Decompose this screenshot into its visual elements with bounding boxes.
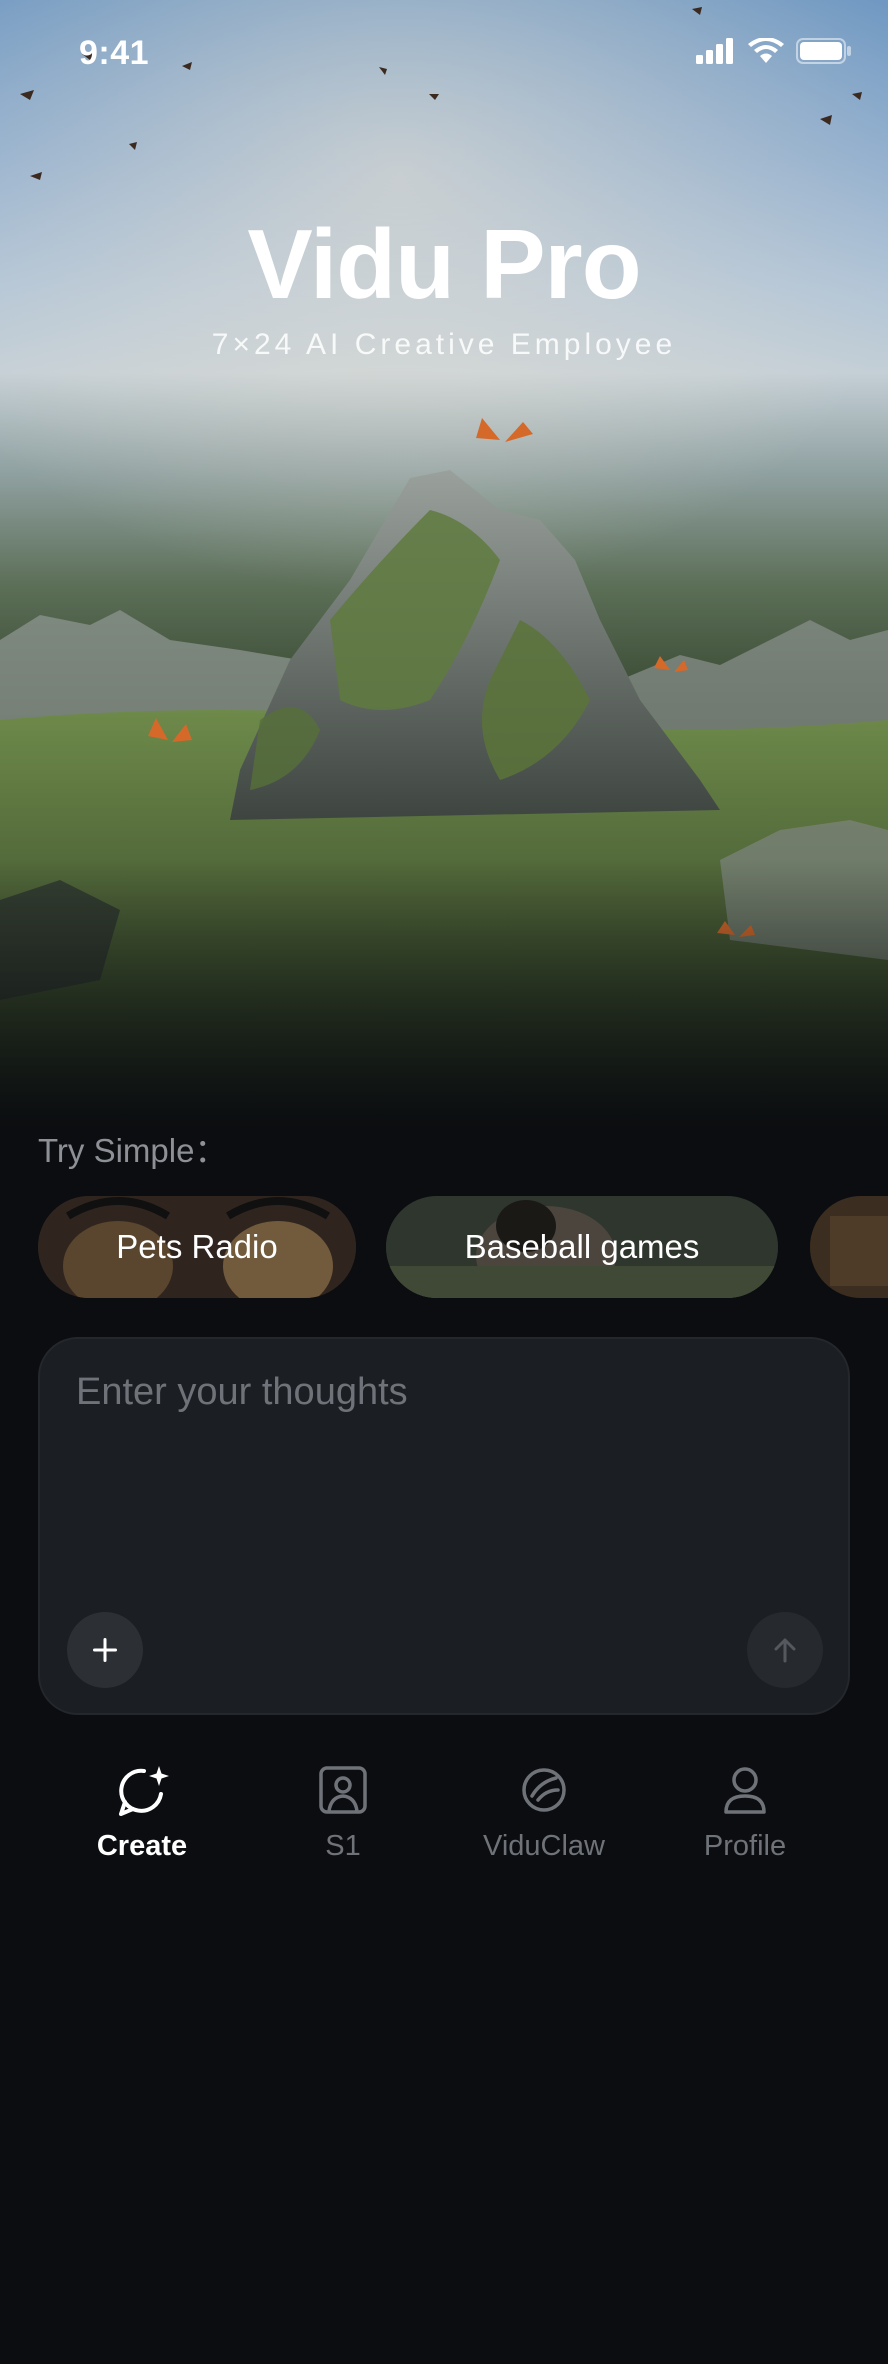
hero-title: Vidu Pro: [247, 209, 641, 319]
add-attachment-button[interactable]: [67, 1612, 143, 1688]
tab-profile[interactable]: Profile: [665, 1760, 825, 1863]
send-button[interactable]: [747, 1612, 823, 1688]
tab-label: ViduClaw: [483, 1830, 605, 1862]
chip-label: Pets Radio: [116, 1228, 278, 1265]
status-bar: 9:41: [0, 0, 888, 110]
tab-label: S1: [325, 1830, 361, 1862]
status-time: 9:41: [79, 34, 150, 72]
prompt-input[interactable]: Enter your thoughts: [76, 1371, 776, 1414]
hero-banner: 9:41 Vidu Pro 7×24 AI Creative Employee: [0, 0, 888, 1130]
arrow-up-icon: [774, 1638, 796, 1663]
portrait-frame-icon: [319, 1766, 367, 1814]
hero-landscape-image: [0, 0, 888, 1130]
try-simple-label: Try Simple：: [38, 1132, 228, 1169]
tab-label: Profile: [703, 1830, 787, 1862]
tab-viduclaw[interactable]: ViduClaw: [464, 1760, 624, 1863]
cellular-signal-icon: [696, 38, 733, 64]
chip-third-image: [810, 1196, 888, 1298]
wifi-icon: [748, 38, 784, 63]
tab-s1[interactable]: S1: [263, 1760, 423, 1863]
viduclaw-icon: [522, 1768, 566, 1812]
chip-third[interactable]: T: [810, 1196, 888, 1298]
tab-create[interactable]: Create: [62, 1760, 222, 1863]
person-icon: [724, 1767, 766, 1814]
suggestion-chips: Pets Radio Baseball games T: [38, 1196, 888, 1300]
tab-label: Create: [96, 1830, 188, 1862]
plus-icon: [93, 1638, 117, 1662]
prompt-card: Enter your thoughts: [38, 1337, 850, 1715]
chip-pets-radio[interactable]: Pets Radio: [38, 1196, 356, 1298]
hero-subtitle: 7×24 AI Creative Employee: [211, 328, 677, 361]
battery-icon: [796, 38, 851, 64]
chip-baseball-games[interactable]: Baseball games: [386, 1196, 778, 1298]
status-icons: [696, 38, 852, 64]
tab-bar: Create S1 ViduClaw Profile: [0, 1760, 888, 1880]
chip-label: Baseball games: [464, 1228, 700, 1265]
create-sparkle-icon: [119, 1766, 169, 1816]
